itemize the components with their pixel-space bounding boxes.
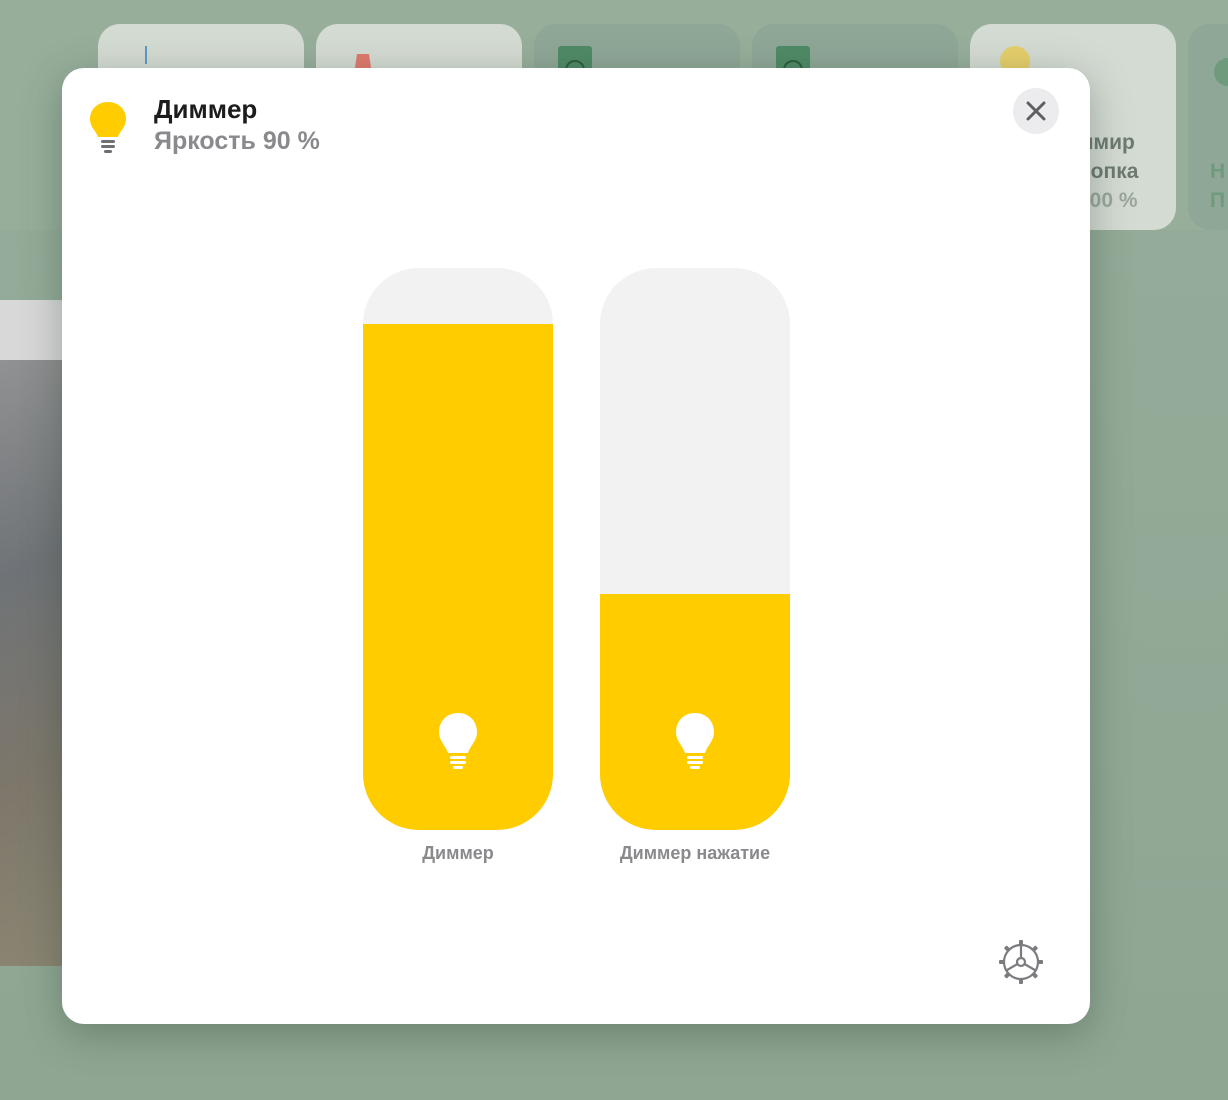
background-tile-6-line1: Н xyxy=(1210,160,1226,183)
close-button[interactable] xyxy=(1013,88,1059,134)
background-camera-snapshot xyxy=(0,300,70,966)
accessory-status: Яркость 90 % xyxy=(154,127,320,155)
lightbulb-icon xyxy=(439,713,477,769)
close-icon xyxy=(1026,101,1046,121)
accessory-title: Диммер xyxy=(154,94,258,124)
background-tile-6-line2: П xyxy=(1210,189,1226,212)
sensor-icon xyxy=(1214,58,1228,86)
accessory-detail-modal: Диммер Яркость 90 % Диммер Диммер нажати… xyxy=(62,68,1090,1024)
brightness-slider-dimmer[interactable] xyxy=(363,268,553,830)
lightbulb-icon xyxy=(90,102,126,153)
background-camera-header xyxy=(0,300,70,360)
lightbulb-icon xyxy=(676,713,714,769)
brightness-slider-dimmer-press[interactable] xyxy=(600,268,790,830)
slider-label-dimmer: Диммер xyxy=(422,843,494,863)
background-tile-6[interactable]: Н П xyxy=(1188,24,1228,230)
slider-label-dimmer-press: Диммер нажатие xyxy=(619,843,771,863)
settings-gear-icon[interactable] xyxy=(997,938,1045,986)
